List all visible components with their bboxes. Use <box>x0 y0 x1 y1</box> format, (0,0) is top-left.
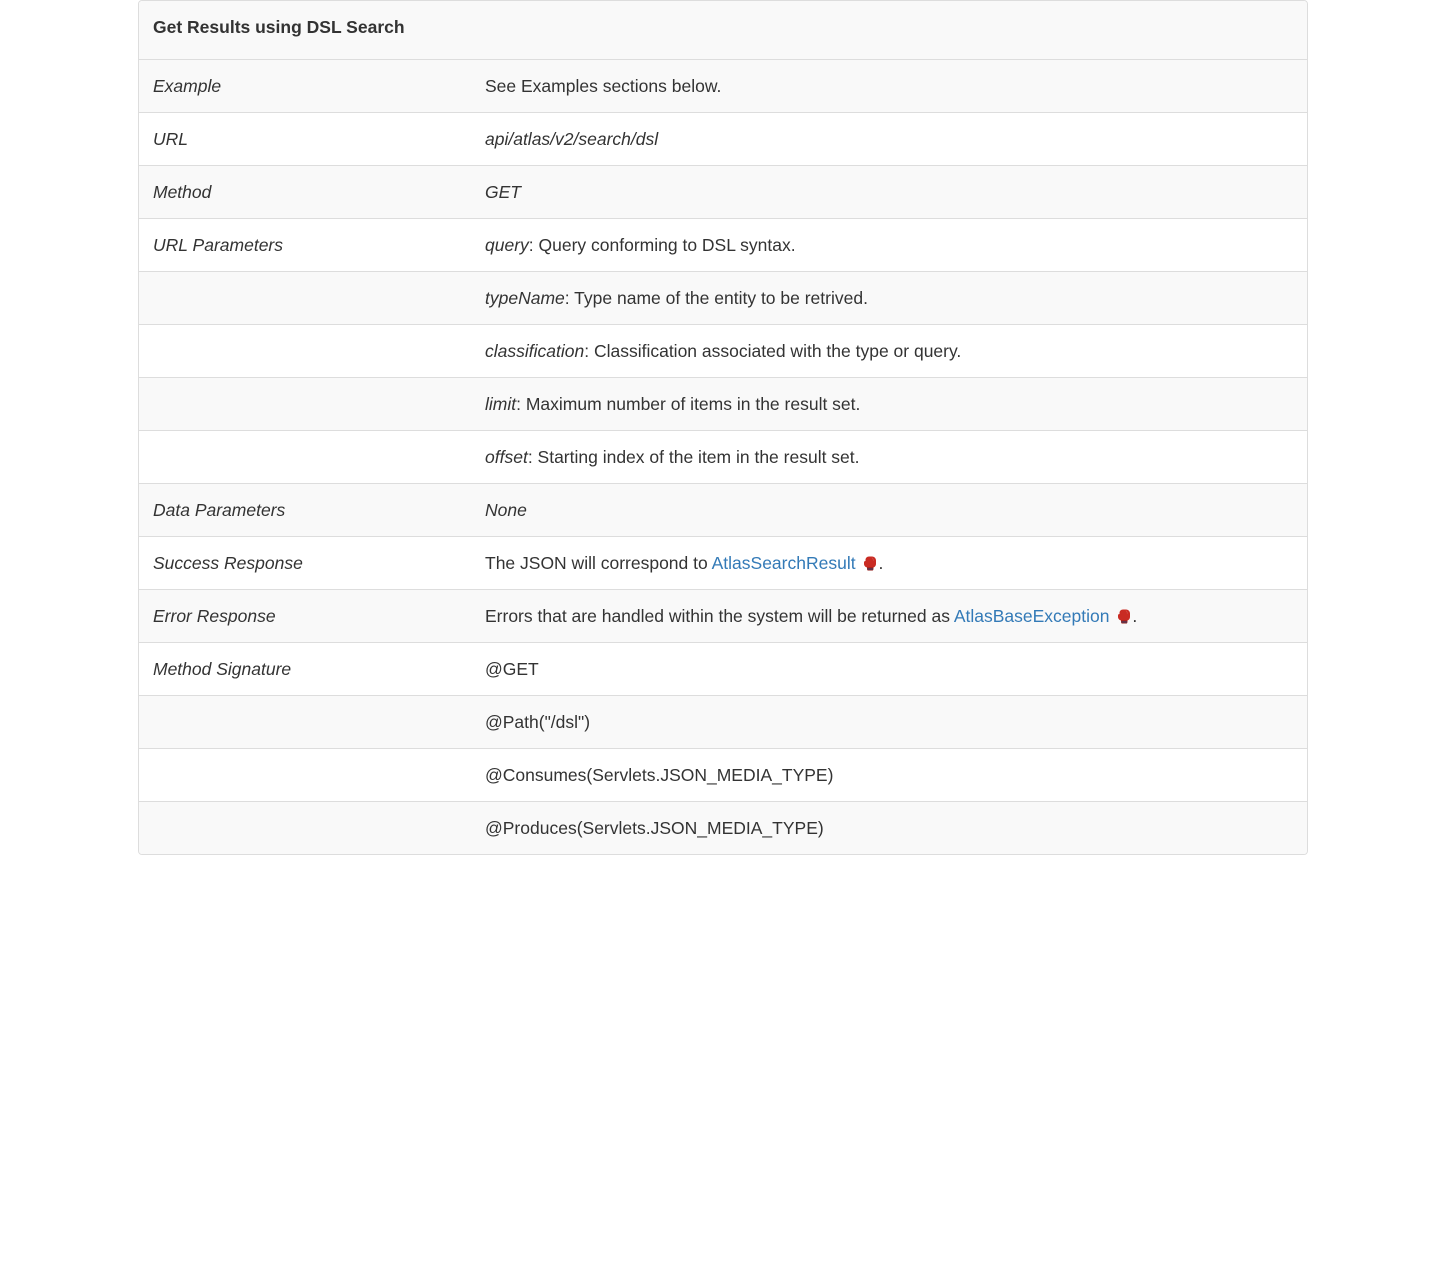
row-value-example: See Examples sections below. <box>471 60 1307 113</box>
row-value-url-param-2: classification: Classification associate… <box>471 325 1307 378</box>
row-value-sig-2: @Consumes(Servlets.JSON_MEDIA_TYPE) <box>471 749 1307 802</box>
param-desc: : Type name of the entity to be retrived… <box>565 288 868 308</box>
param-desc: : Classification associated with the typ… <box>584 341 961 361</box>
row-label-error: Error Response <box>139 590 471 643</box>
row-value-url-param-1: typeName: Type name of the entity to be … <box>471 272 1307 325</box>
row-value-success: The JSON will correspond to AtlasSearchR… <box>471 537 1307 590</box>
boxing-glove-icon <box>1116 608 1132 624</box>
row-value-method: GET <box>471 166 1307 219</box>
row-label-url-params: URL Parameters <box>139 219 471 272</box>
param-name: limit <box>485 394 516 414</box>
param-desc: : Maximum number of items in the result … <box>516 394 860 414</box>
row-value-url: api/atlas/v2/search/dsl <box>471 113 1307 166</box>
row-value-sig-0: @GET <box>471 643 1307 696</box>
row-value-url-param-0: query: Query conforming to DSL syntax. <box>471 219 1307 272</box>
row-label-url: URL <box>139 113 471 166</box>
row-label-method: Method <box>139 166 471 219</box>
api-detail-table: Get Results using DSL Search Example See… <box>138 0 1308 855</box>
param-name: typeName <box>485 288 565 308</box>
row-label-sig: Method Signature <box>139 643 471 696</box>
row-value-data-params: None <box>471 484 1307 537</box>
param-desc: : Starting index of the item in the resu… <box>528 447 860 467</box>
row-value-sig-3: @Produces(Servlets.JSON_MEDIA_TYPE) <box>471 802 1307 855</box>
row-value-error: Errors that are handled within the syste… <box>471 590 1307 643</box>
param-name: query <box>485 235 529 255</box>
row-value-url-param-3: limit: Maximum number of items in the re… <box>471 378 1307 431</box>
row-label-example: Example <box>139 60 471 113</box>
param-name: offset <box>485 447 528 467</box>
link-atlas-base-exception[interactable]: AtlasBaseException <box>954 606 1133 626</box>
row-value-sig-1: @Path("/dsl") <box>471 696 1307 749</box>
boxing-glove-icon <box>862 555 878 571</box>
table-title: Get Results using DSL Search <box>153 17 405 37</box>
row-value-url-param-4: offset: Starting index of the item in th… <box>471 431 1307 484</box>
row-label-success: Success Response <box>139 537 471 590</box>
row-label-data-params: Data Parameters <box>139 484 471 537</box>
param-name: classification <box>485 341 584 361</box>
link-atlas-search-result[interactable]: AtlasSearchResult <box>712 553 879 573</box>
param-desc: : Query conforming to DSL syntax. <box>529 235 796 255</box>
